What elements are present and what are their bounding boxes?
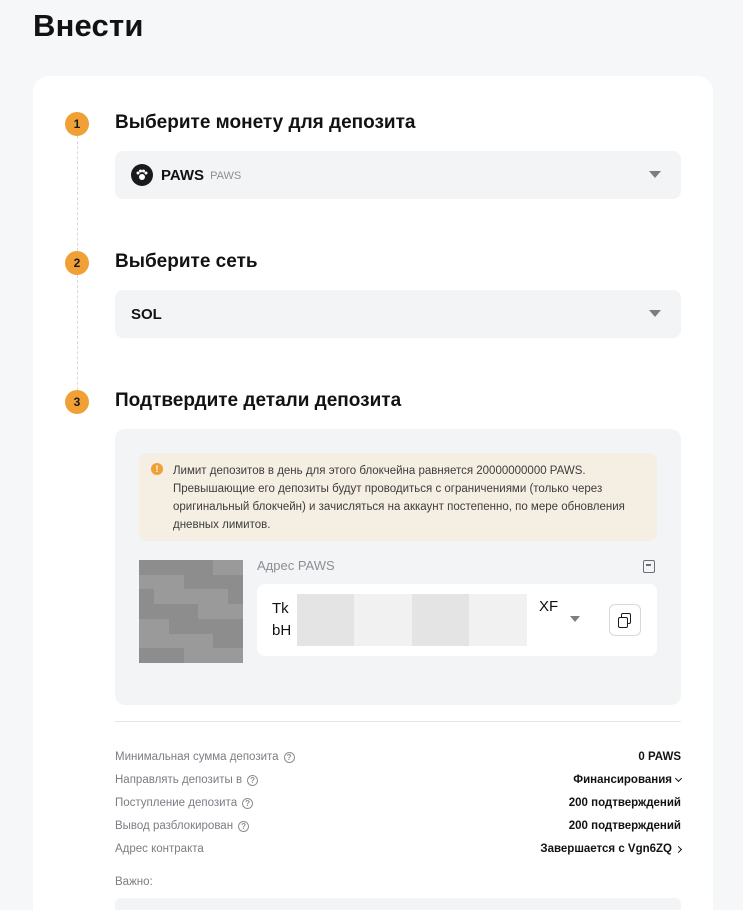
info-value: 200 подтверждений [568, 797, 681, 809]
deposit-details: ! Лимит депозитов в день для этого блокч… [115, 429, 681, 705]
network-select[interactable]: SOL [115, 290, 681, 338]
help-icon[interactable]: ? [247, 774, 259, 786]
address-field[interactable]: Tk bH XF [257, 584, 657, 656]
step-3-badge: 3 [65, 390, 89, 414]
address-redaction [297, 594, 527, 646]
info-label-text: Направлять депозиты в [115, 774, 243, 786]
qr-code [139, 560, 243, 663]
chevron-down-icon [674, 774, 683, 783]
coin-symbol: PAWS [161, 166, 205, 184]
step-2-title: Выберите сеть [115, 251, 258, 272]
info-row-min-deposit: Минимальная сумма депозита? 0 PAWS [115, 751, 681, 769]
warning-icon: ! [151, 463, 163, 475]
info-label-text: Поступление депозита [115, 797, 238, 809]
step-1-title: Выберите монету для депозита [115, 112, 416, 133]
address-book-icon[interactable] [643, 560, 655, 573]
step-3-title: Подтвердите детали депозита [115, 390, 402, 411]
important-box [115, 898, 681, 910]
chevron-right-icon [674, 845, 683, 853]
network-value: SOL [131, 305, 162, 323]
limit-notice: ! Лимит депозитов в день для этого блокч… [139, 453, 657, 541]
deposit-card: 1 Выберите монету для депозита PAWS PAWS… [33, 76, 713, 910]
paws-coin-icon [131, 164, 153, 186]
info-row-deposit-to: Направлять депозиты в? Финансирования [115, 774, 683, 792]
copy-icon-front [618, 617, 628, 628]
address-line2-start: bH [272, 622, 292, 639]
info-value: Финансирования [573, 774, 672, 786]
coin-select[interactable]: PAWS PAWS [115, 151, 681, 199]
step-1-badge: 1 [65, 112, 89, 136]
info-value: Завершается с Vgn6ZQ [540, 843, 672, 855]
info-row-withdraw-unlock: Вывод разблокирован? 200 подтверждений [115, 820, 681, 838]
step-2-badge: 2 [65, 251, 89, 275]
info-label: Минимальная сумма депозита? [115, 751, 295, 763]
copy-address-button[interactable] [609, 604, 641, 636]
help-icon[interactable]: ? [283, 751, 295, 763]
info-label-text: Минимальная сумма депозита [115, 751, 279, 763]
info-label: Вывод разблокирован? [115, 820, 250, 832]
limit-notice-text: Лимит депозитов в день для этого блокчей… [173, 465, 625, 531]
help-icon[interactable]: ? [242, 797, 254, 809]
info-label: Направлять депозиты в? [115, 774, 259, 786]
chevron-down-icon [649, 310, 661, 317]
coin-name: PAWS [210, 170, 242, 182]
info-label: Поступление депозита? [115, 797, 254, 809]
important-label: Важно: [115, 876, 153, 888]
step-connector [77, 275, 78, 400]
page-title: Внести [33, 8, 144, 43]
step-connector [77, 136, 78, 261]
address-line1-start: Tk [272, 600, 289, 617]
info-row-deposit-arrival: Поступление депозита? 200 подтверждений [115, 797, 681, 815]
chevron-down-icon [649, 171, 661, 178]
info-label: Адрес контракта [115, 843, 204, 855]
info-row-contract: Адрес контракта Завершается с Vgn6ZQ [115, 843, 683, 861]
address-label: Адрес PAWS [257, 558, 335, 573]
info-value: 0 PAWS [638, 751, 681, 763]
divider [115, 721, 681, 722]
help-icon[interactable]: ? [238, 820, 250, 832]
info-value: 200 подтверждений [568, 820, 681, 832]
deposit-account-dropdown[interactable]: Финансирования [573, 774, 683, 786]
info-label-text: Адрес контракта [115, 843, 204, 855]
contract-address-link[interactable]: Завершается с Vgn6ZQ [540, 843, 683, 855]
chevron-down-icon[interactable] [570, 616, 580, 622]
address-line1-end: XF [539, 598, 559, 615]
info-label-text: Вывод разблокирован [115, 820, 234, 832]
